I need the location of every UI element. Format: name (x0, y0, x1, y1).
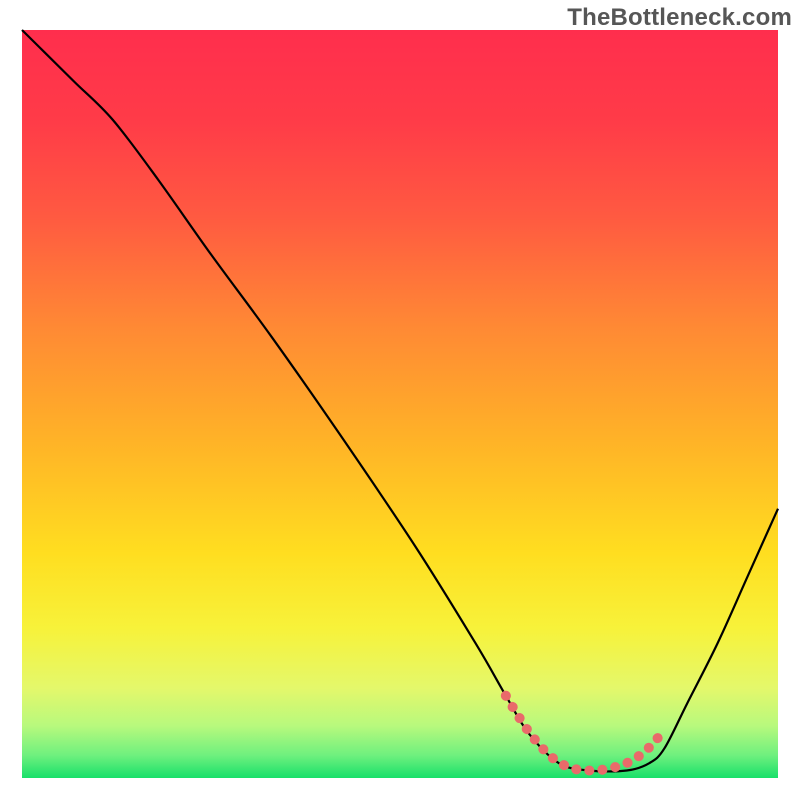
watermark-text: TheBottleneck.com (567, 4, 792, 32)
gradient-background (22, 30, 778, 778)
bottleneck-chart (0, 0, 800, 800)
chart-container: TheBottleneck.com (0, 0, 800, 800)
